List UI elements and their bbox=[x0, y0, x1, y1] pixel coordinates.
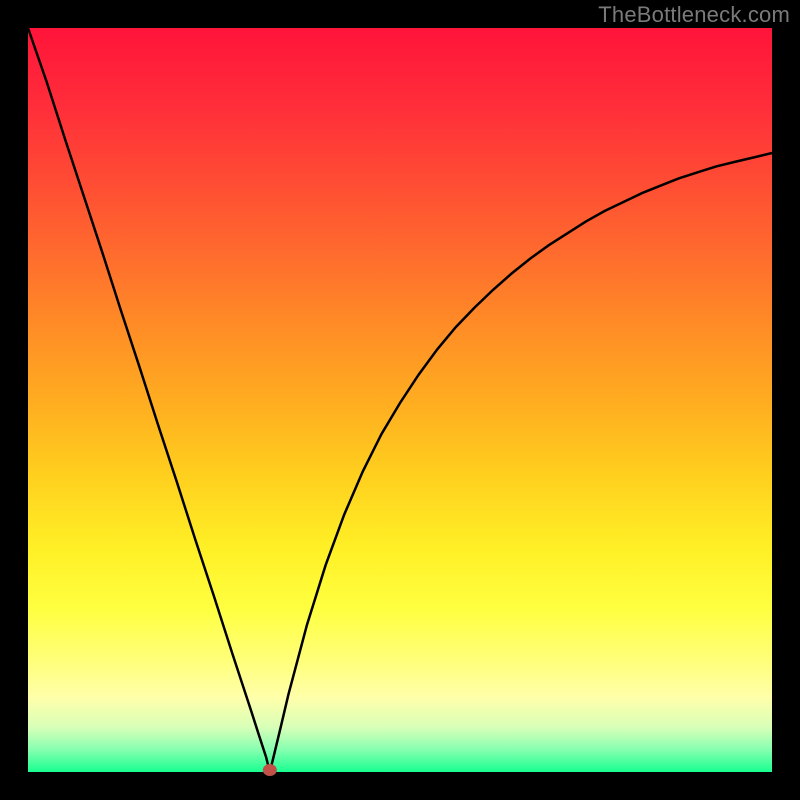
optimal-point-marker bbox=[263, 764, 277, 776]
watermark-text: TheBottleneck.com bbox=[598, 2, 790, 28]
chart-container: TheBottleneck.com bbox=[0, 0, 800, 800]
plot-area bbox=[28, 28, 772, 772]
bottleneck-chart bbox=[0, 0, 800, 800]
